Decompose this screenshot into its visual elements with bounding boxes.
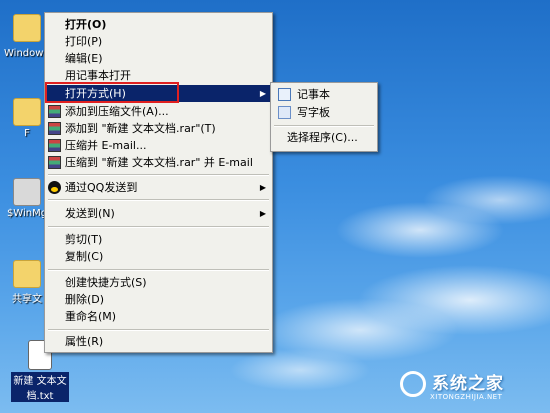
menu-item-label: 记事本	[297, 88, 330, 101]
desktop-icon-label-line1: 新建 文本文	[13, 376, 67, 387]
submenu-arrow-icon: ▶	[259, 183, 266, 192]
menu-separator	[274, 125, 374, 127]
menu-item-cut[interactable]: 剪切(T)	[45, 231, 272, 248]
menu-item-label: 添加到 "新建 文本文档.rar"(T)	[65, 122, 216, 135]
folder-icon	[13, 260, 41, 288]
context-menu: 打开(O) 打印(P) 编辑(E) 用记事本打开 打开方式(H) ▶ 添加到压缩…	[44, 12, 273, 353]
menu-item-label: 用记事本打开	[65, 69, 131, 82]
desktop-icon-label-line2: 档.txt	[26, 391, 54, 402]
menu-item-label: 添加到压缩文件(A)...	[65, 105, 169, 118]
submenu-item-notepad[interactable]: 记事本	[271, 86, 377, 103]
app-icon	[13, 178, 41, 206]
menu-item-compress-rar-email[interactable]: 压缩到 "新建 文本文档.rar" 并 E-mail	[45, 154, 272, 171]
menu-item-create-shortcut[interactable]: 创建快捷方式(S)	[45, 274, 272, 291]
submenu-item-choose-program[interactable]: 选择程序(C)...	[271, 129, 377, 146]
menu-item-label: 剪切(T)	[65, 233, 103, 246]
desktop: Windows 管理 F $WinMg 共享文 新建 文本文 档.txt 打开(…	[0, 0, 550, 413]
watermark-logo-icon	[400, 371, 426, 397]
winrar-icon	[48, 122, 61, 135]
watermark: 系统之家 XITONGZHIJIA.NET	[400, 367, 540, 407]
notepad-icon	[278, 88, 291, 101]
menu-item-send-via-qq[interactable]: 通过QQ发送到 ▶	[45, 179, 272, 196]
menu-item-label: 重命名(M)	[65, 310, 117, 323]
menu-item-compress-email[interactable]: 压缩并 E-mail...	[45, 137, 272, 154]
menu-item-label: 压缩并 E-mail...	[65, 139, 147, 152]
menu-item-label: 压缩到 "新建 文本文档.rar" 并 E-mail	[65, 156, 253, 169]
menu-item-label: 选择程序(C)...	[287, 131, 358, 144]
qq-penguin-icon	[48, 181, 61, 194]
menu-item-label: 编辑(E)	[65, 52, 103, 65]
wordpad-icon	[278, 106, 291, 119]
open-with-submenu: 记事本 写字板 选择程序(C)...	[270, 82, 378, 152]
menu-item-label: 创建快捷方式(S)	[65, 276, 147, 289]
menu-item-print[interactable]: 打印(P)	[45, 33, 272, 50]
menu-item-properties[interactable]: 属性(R)	[45, 333, 272, 350]
menu-item-delete[interactable]: 删除(D)	[45, 291, 272, 308]
watermark-title: 系统之家	[432, 374, 504, 394]
menu-item-rename[interactable]: 重命名(M)	[45, 308, 272, 325]
menu-separator	[48, 329, 269, 331]
menu-item-send-to[interactable]: 发送到(N) ▶	[45, 205, 272, 222]
winrar-icon	[48, 139, 61, 152]
menu-item-add-to-rar[interactable]: 添加到 "新建 文本文档.rar"(T)	[45, 120, 272, 137]
highlight-box	[45, 82, 179, 103]
watermark-subtitle: XITONGZHIJIA.NET	[430, 393, 503, 401]
menu-item-copy[interactable]: 复制(C)	[45, 248, 272, 265]
menu-separator	[48, 174, 269, 176]
menu-item-open[interactable]: 打开(O)	[45, 16, 272, 33]
winrar-icon	[48, 156, 61, 169]
menu-item-label: 复制(C)	[65, 250, 104, 263]
menu-item-label: 打开(O)	[65, 18, 107, 31]
submenu-item-wordpad[interactable]: 写字板	[271, 104, 377, 121]
folder-icon	[13, 98, 41, 126]
submenu-arrow-icon: ▶	[259, 209, 266, 218]
menu-separator	[48, 269, 269, 271]
menu-separator	[48, 199, 269, 201]
menu-item-label: 发送到(N)	[65, 207, 115, 220]
menu-item-label: 属性(R)	[65, 335, 104, 348]
menu-item-label: 通过QQ发送到	[65, 181, 138, 194]
menu-item-label: 写字板	[297, 106, 330, 119]
menu-item-edit[interactable]: 编辑(E)	[45, 50, 272, 67]
menu-item-add-to-archive[interactable]: 添加到压缩文件(A)...	[45, 103, 272, 120]
submenu-arrow-icon: ▶	[259, 89, 266, 98]
folder-icon	[13, 14, 41, 42]
winrar-icon	[48, 105, 61, 118]
menu-item-label: 打印(P)	[65, 35, 103, 48]
menu-separator	[48, 226, 269, 228]
menu-item-label: 删除(D)	[65, 293, 105, 306]
